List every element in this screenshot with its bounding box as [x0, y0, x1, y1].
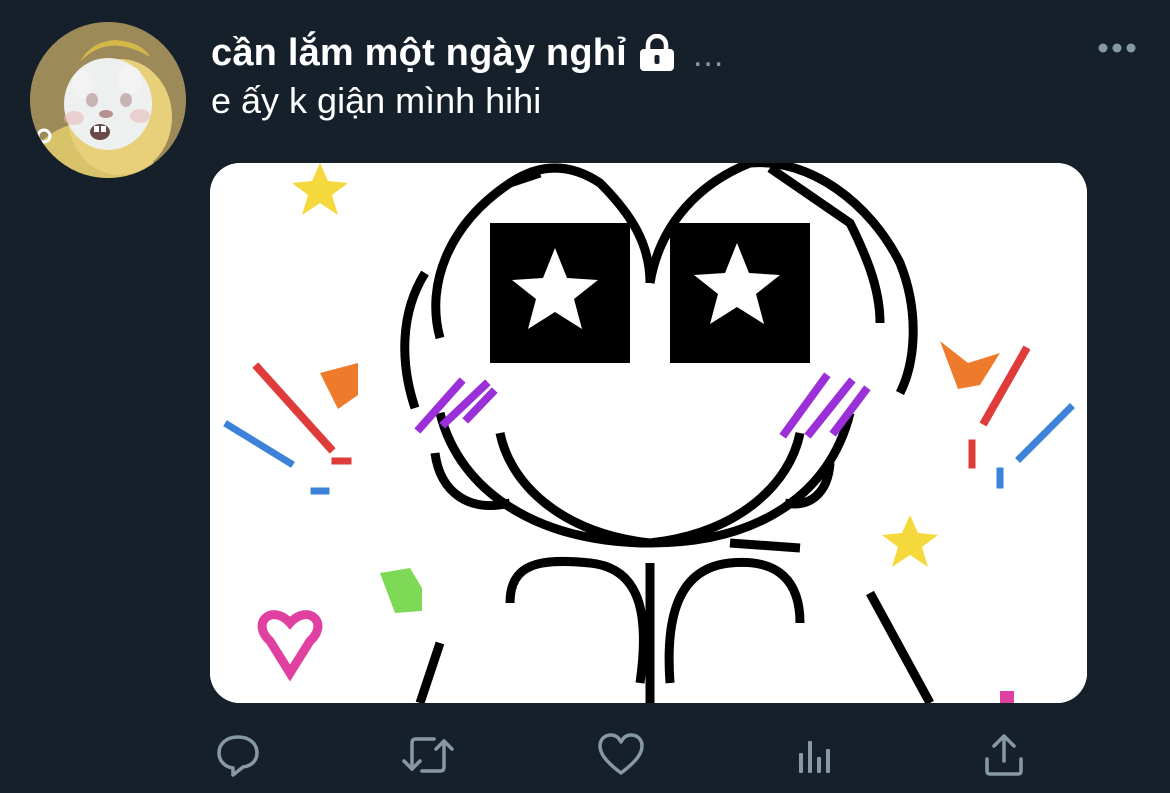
like-button[interactable] [593, 727, 649, 783]
retweet-button[interactable] [400, 727, 456, 783]
avatar-image [30, 22, 186, 178]
tweet-media[interactable] [210, 163, 1087, 703]
analytics-icon [799, 741, 830, 773]
share-icon [985, 734, 1023, 776]
analytics-button[interactable] [785, 727, 841, 783]
reply-button[interactable] [210, 727, 266, 783]
retweet-icon [402, 737, 454, 773]
share-button[interactable] [976, 727, 1032, 783]
reply-icon [217, 735, 259, 777]
more-horizontal-icon [1098, 43, 1136, 53]
tweet: cần lắm một ngày nghỉ ... e ấy k giận mì… [0, 0, 1170, 793]
handle-truncated[interactable]: ... [693, 36, 724, 75]
display-name[interactable]: cần lắm một ngày nghỉ [211, 32, 627, 75]
tweet-header: cần lắm một ngày nghỉ ... [211, 28, 724, 78]
tweet-actions [210, 727, 1050, 783]
tweet-text: e ấy k giận mình hihi [211, 80, 542, 121]
more-options-button[interactable] [1094, 30, 1140, 66]
pixel-art-image [210, 163, 1087, 703]
heart-icon [598, 733, 644, 775]
avatar[interactable] [30, 22, 186, 178]
lock-icon [637, 33, 677, 72]
